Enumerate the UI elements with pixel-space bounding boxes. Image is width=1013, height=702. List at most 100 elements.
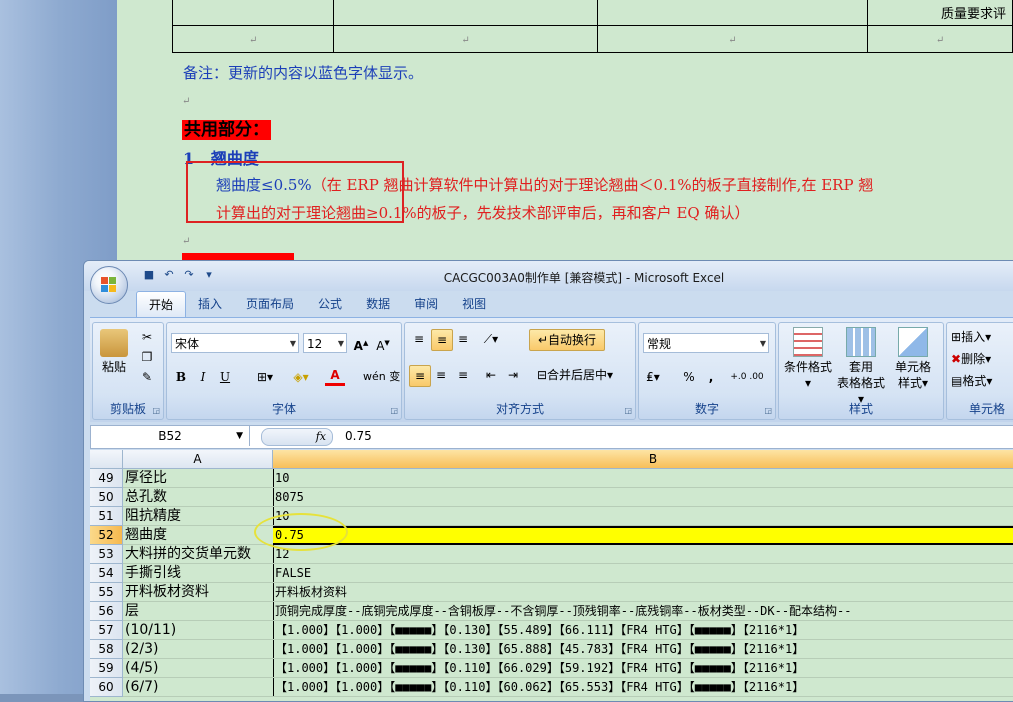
- ribbon: 粘贴 ✂ ❐ ✎ 剪贴板 ◲ 宋体 ▼ 12 ▼ A▲ A▼ B I U ⊞▾ ◈▾…: [90, 317, 1013, 422]
- cell-a[interactable]: 开料板材资料: [123, 583, 274, 602]
- conditional-format-button[interactable]: 条件格式 ▾: [781, 327, 835, 391]
- cell-b[interactable]: 【1.000】【1.000】【■■■■■】【0.110】【66.029】【59.…: [273, 659, 1013, 678]
- tab-review[interactable]: 审阅: [402, 291, 450, 317]
- row-header[interactable]: 51: [90, 507, 123, 526]
- row-header[interactable]: 53: [90, 545, 123, 564]
- cell-a[interactable]: (4/5): [123, 659, 274, 678]
- decrease-indent-icon[interactable]: ⇤: [481, 365, 501, 385]
- tab-data[interactable]: 数据: [354, 291, 402, 317]
- insert-cells-button[interactable]: ⊞插入▾: [951, 327, 991, 347]
- cell-b[interactable]: 8075: [273, 488, 1013, 507]
- row-header[interactable]: 56: [90, 602, 123, 621]
- align-left-icon[interactable]: ≡: [409, 365, 431, 387]
- row-header[interactable]: 54: [90, 564, 123, 583]
- row-header[interactable]: 57: [90, 621, 123, 640]
- copy-icon[interactable]: ❐: [137, 347, 157, 367]
- doc-note: 备注：更新的内容以蓝色字体显示。: [183, 64, 424, 82]
- cell-b[interactable]: 【1.000】【1.000】【■■■■■】【0.110】【60.062】【65.…: [273, 678, 1013, 697]
- tab-formulas[interactable]: 公式: [306, 291, 354, 317]
- dialog-launcher-icon[interactable]: ◲: [390, 406, 398, 415]
- row-header[interactable]: 52: [90, 526, 123, 545]
- align-middle-icon[interactable]: ≡: [431, 329, 453, 351]
- name-box[interactable]: B52 ▼: [91, 426, 250, 446]
- cell-b[interactable]: 10: [273, 469, 1013, 488]
- phonetic-button[interactable]: wén 变: [363, 367, 400, 387]
- ribbon-tabs: 开始 插入 页面布局 公式 数据 审阅 视图: [136, 291, 498, 318]
- column-header-a[interactable]: A: [123, 450, 273, 469]
- font-color-button[interactable]: A: [325, 367, 345, 386]
- cell-b[interactable]: 开料板材资料: [273, 583, 1013, 602]
- cell-a[interactable]: 厚径比: [123, 469, 274, 488]
- row-header[interactable]: 50: [90, 488, 123, 507]
- cell-b[interactable]: FALSE: [273, 564, 1013, 583]
- cell-a[interactable]: 层: [123, 602, 274, 621]
- dialog-launcher-icon[interactable]: ◲: [764, 406, 772, 415]
- cells-group: ⊞插入▾ ✖删除▾ ▤格式▾ 单元格: [946, 322, 1013, 420]
- document-table: 质量要求评 ↵ ↵ ↵ ↵: [171, 0, 1013, 53]
- cell-a[interactable]: (2/3): [123, 640, 274, 659]
- table-row-selected: 52 翘曲度 0.75: [90, 526, 1013, 545]
- formula-input[interactable]: 0.75: [345, 426, 372, 446]
- row-header[interactable]: 60: [90, 678, 123, 697]
- font-size-combo[interactable]: 12 ▼: [303, 333, 347, 353]
- align-top-icon[interactable]: ≡: [409, 329, 429, 349]
- cell-a[interactable]: 大料拼的交货单元数: [123, 545, 274, 564]
- alignment-group: ≡ ≡ ≡ ⟋▾ ↵自动换行 ≡ ≡ ≡ ⇤ ⇥ ⊟合并后居中▾ 对齐方式 ◲: [404, 322, 636, 420]
- merge-center-button[interactable]: ⊟合并后居中▾: [529, 365, 621, 385]
- table-row: 59 (4/5) 【1.000】【1.000】【■■■■■】【0.110】【66…: [90, 659, 1013, 678]
- align-right-icon[interactable]: ≡: [453, 365, 473, 385]
- format-as-table-button[interactable]: 套用 表格格式▾: [835, 327, 887, 407]
- increase-indent-icon[interactable]: ⇥: [503, 365, 523, 385]
- column-header-b[interactable]: B: [273, 450, 1013, 469]
- font-name-combo[interactable]: 宋体 ▼: [171, 333, 299, 353]
- bold-button[interactable]: B: [171, 367, 191, 387]
- cell-a[interactable]: (10/11): [123, 621, 274, 640]
- currency-icon[interactable]: ₤▾: [643, 367, 663, 387]
- grow-font-icon[interactable]: A▲: [351, 333, 371, 353]
- active-cell-b52[interactable]: 0.75: [273, 526, 1013, 545]
- cell-b[interactable]: 【1.000】【1.000】【■■■■■】【0.130】【65.888】【45.…: [273, 640, 1013, 659]
- cell-b[interactable]: 顶铜完成厚度--底铜完成厚度--含铜板厚--不含铜厚--顶残铜率--底残铜率--…: [273, 602, 1013, 621]
- office-button[interactable]: [90, 266, 128, 304]
- orientation-icon[interactable]: ⟋▾: [481, 329, 501, 349]
- percent-button[interactable]: %: [679, 367, 699, 387]
- cell-a[interactable]: 总孔数: [123, 488, 274, 507]
- dialog-launcher-icon[interactable]: ◲: [152, 406, 160, 415]
- cell-a[interactable]: 阻抗精度: [123, 507, 274, 526]
- dialog-launcher-icon[interactable]: ◲: [624, 406, 632, 415]
- cell-styles-button[interactable]: 单元格 样式▾: [887, 327, 939, 391]
- cell-a[interactable]: 翘曲度: [123, 526, 274, 545]
- cell-b[interactable]: 12: [273, 545, 1013, 564]
- cut-icon[interactable]: ✂: [137, 327, 157, 347]
- align-center-icon[interactable]: ≡: [431, 365, 451, 385]
- italic-button[interactable]: I: [193, 367, 213, 387]
- fill-color-icon[interactable]: ◈▾: [291, 367, 311, 387]
- underline-button[interactable]: U: [215, 367, 235, 387]
- row-header[interactable]: 49: [90, 469, 123, 488]
- decimal-buttons[interactable]: +.0 .00: [727, 367, 767, 387]
- cell-b[interactable]: 【1.000】【1.000】【■■■■■】【0.130】【55.489】【66.…: [273, 621, 1013, 640]
- cell-a[interactable]: 手撕引线: [123, 564, 274, 583]
- tab-view[interactable]: 视图: [450, 291, 498, 317]
- row-header[interactable]: 59: [90, 659, 123, 678]
- tab-page-layout[interactable]: 页面布局: [234, 291, 306, 317]
- wrap-text-button[interactable]: ↵自动换行: [529, 329, 605, 351]
- format-cells-button[interactable]: ▤格式▾: [951, 371, 992, 391]
- shrink-font-icon[interactable]: A▼: [373, 333, 393, 353]
- format-painter-icon[interactable]: ✎: [137, 367, 157, 387]
- tab-home[interactable]: 开始: [136, 291, 187, 318]
- row-header[interactable]: 55: [90, 583, 123, 602]
- number-format-combo[interactable]: 常规 ▼: [643, 333, 769, 353]
- row-header[interactable]: 58: [90, 640, 123, 659]
- paste-button[interactable]: 粘贴: [97, 329, 131, 375]
- insert-function-button[interactable]: fx: [261, 428, 333, 446]
- tab-insert[interactable]: 插入: [186, 291, 234, 317]
- comma-button[interactable]: ,: [701, 367, 721, 387]
- cell-b[interactable]: 10: [273, 507, 1013, 526]
- select-all-corner[interactable]: [90, 450, 123, 469]
- number-group: 常规 ▼ ₤▾ % , +.0 .00 数字 ◲: [638, 322, 776, 420]
- delete-cells-button[interactable]: ✖删除▾: [951, 349, 991, 369]
- cell-a[interactable]: (6/7): [123, 678, 274, 697]
- borders-icon[interactable]: ⊞▾: [255, 367, 275, 387]
- align-bottom-icon[interactable]: ≡: [453, 329, 473, 349]
